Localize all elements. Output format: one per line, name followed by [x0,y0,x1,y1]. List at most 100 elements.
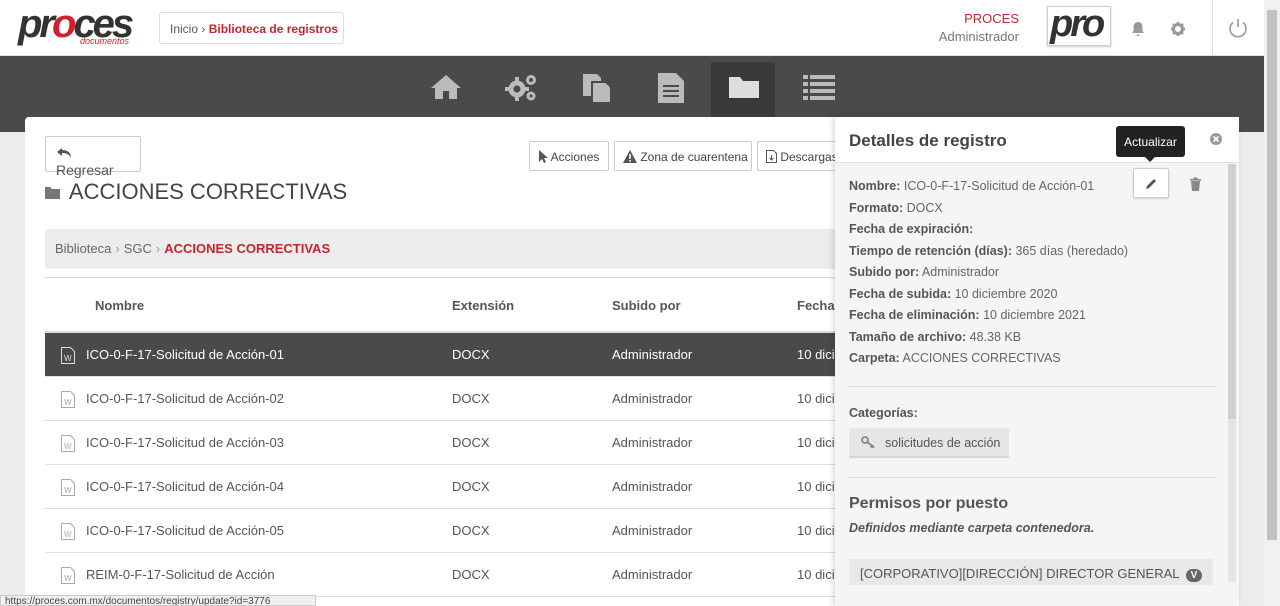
bell-icon[interactable] [1128,19,1148,39]
column-header-uploaded-by[interactable]: Subido por [612,298,681,313]
categories-label: Categorías: [849,406,918,420]
svg-text:W: W [64,442,72,451]
detail-value: ACCIONES CORRECTIVAS [899,351,1061,365]
table-row[interactable]: W ICO-0-F-17-Solicitud de Acción-03 DOCX Ad… [45,421,865,465]
breadcrumb-home-link[interactable]: Inicio [170,22,198,36]
folder-title: ACCIONES CORRECTIVAS [45,179,347,205]
table-row[interactable]: W ICO-0-F-17-Solicitud de Acción-01 DOCX Ad… [45,333,865,377]
column-header-date[interactable]: Fecha [797,298,835,313]
detail-value: 365 días (heredado) [1012,243,1129,258]
update-tooltip: Actualizar [1116,126,1185,162]
quarantine-button[interactable]: Zona de cuarentena [614,141,752,171]
permission-item-label: [CORPORATIVO][DIRECCIÓN] DIRECTOR GENERA… [860,566,1180,581]
row-uploaded-by: Administrador [612,391,693,406]
table-row[interactable]: W REIM-0-F-17-Solicitud de Acción DOCX Admi… [45,553,865,597]
column-header-extension[interactable]: Extensión [452,298,514,313]
row-uploaded-by: Administrador [612,523,693,538]
svg-text:W: W [64,486,72,495]
nav-copy-docs-icon[interactable] [564,62,628,118]
word-file-icon: W [61,523,75,540]
key-icon [861,436,875,448]
back-button[interactable]: Regresar [45,136,141,178]
panel-title: Detalles de registro [849,131,1007,150]
nav-folder-icon[interactable] [711,62,775,124]
row-name[interactable]: ICO-0-F-17-Solicitud de Acción-03 [86,435,284,450]
detail-value: 10 diciembre 2020 [951,286,1058,301]
user-name: Administrador [938,29,1019,44]
close-icon[interactable] [1209,132,1223,146]
breadcrumb-current: Biblioteca de registros [208,22,339,36]
logo-subtitle: documentos [80,36,130,46]
row-uploaded-by: Administrador [612,435,693,450]
row-extension: DOCX [452,567,490,582]
page-scrollbar[interactable] [1264,0,1280,606]
folder-title-text: ACCIONES CORRECTIVAS [68,179,348,204]
top-header: proces documentos Inicio › Biblioteca de… [0,0,1264,56]
row-uploaded-by: Administrador [612,567,693,582]
details-panel: Detalles de registro Actualizar Nombre: … [835,117,1239,606]
row-extension: DOCX [452,391,490,406]
proces-logo[interactable]: proces documentos [18,2,138,48]
category-chip[interactable]: solicitudes de acción [849,428,1009,458]
panel-scrollbar-thumb[interactable] [1228,164,1236,419]
warning-icon [623,150,637,163]
browser-status-url: https://proces.com.mx/documentos/registr… [0,595,316,606]
table-row[interactable]: W ICO-0-F-17-Solicitud de Acción-02 DOCX Ad… [45,377,865,421]
word-file-icon: W [61,391,75,408]
detail-value: 10 diciembre 2021 [979,308,1086,322]
nav-document-icon[interactable] [639,62,703,118]
actions-button[interactable]: Acciones [529,141,609,171]
downloads-button[interactable]: Descargas [757,141,847,171]
quarantine-label: Zona de cuarentena [640,150,748,164]
breadcrumb-middle-link[interactable]: SGC [124,241,152,256]
detail-label: Tamaño de archivo: [849,329,967,344]
detail-row: Carpeta: ACCIONES CORRECTIVAS [849,351,1061,365]
table-row[interactable]: W ICO-0-F-17-Solicitud de Acción-04 DOCX Ad… [45,465,865,509]
power-icon[interactable] [1226,16,1250,40]
row-date: 10 dici [797,391,835,406]
pencil-icon [1146,179,1156,189]
row-uploaded-by: Administrador [612,479,693,494]
detail-value: Administrador [919,265,1000,279]
row-name[interactable]: ICO-0-F-17-Solicitud de Acción-02 [86,391,284,406]
detail-row: Fecha de subida: 10 diciembre 2020 [849,287,1057,301]
permissions-title: Permisos por puesto [849,495,1009,512]
download-file-icon [766,150,777,163]
edit-button[interactable] [1133,168,1169,198]
table-row[interactable]: W ICO-0-F-17-Solicitud de Acción-05 DOCX Ad… [45,509,865,553]
row-extension: DOCX [452,523,490,538]
detail-label: Tiempo de retención (días): [849,243,1012,258]
detail-label: Fecha de subida: [849,286,952,301]
row-date: 10 dici [797,479,835,494]
trash-icon[interactable] [1189,177,1202,191]
detail-row: Subido por: Administrador [849,265,999,279]
table-header: Nombre Extensión Subido por Fecha [45,277,865,333]
row-name[interactable]: ICO-0-F-17-Solicitud de Acción-01 [86,347,284,362]
page-scrollbar-thumb[interactable] [1267,10,1277,540]
svg-text:W: W [64,530,72,539]
svg-text:W: W [64,354,72,363]
downloads-label: Descargas [780,150,838,164]
detail-row: Formato: DOCX [849,201,943,215]
column-header-name[interactable]: Nombre [95,298,144,313]
nav-gears-icon[interactable] [488,62,552,118]
panel-scrollbar[interactable] [1228,164,1236,582]
nav-home-icon[interactable] [413,62,477,118]
company-logo[interactable]: pro [1047,6,1111,46]
word-file-icon: W [61,479,75,496]
detail-value: ICO-0-F-17-Solicitud de Acción-01 [900,179,1095,193]
row-date: 10 dici [797,347,835,362]
back-button-label: Regresar [56,162,114,178]
row-name[interactable]: ICO-0-F-17-Solicitud de Acción-05 [86,523,284,538]
detail-label: Fecha de eliminación: [849,308,980,322]
row-name[interactable]: ICO-0-F-17-Solicitud de Acción-04 [86,479,284,494]
nav-list-icon[interactable] [786,62,850,118]
svg-text:W: W [64,574,72,583]
svg-text:W: W [64,398,72,407]
breadcrumb-root-link[interactable]: Biblioteca [55,241,111,256]
detail-row: Tiempo de retención (días): 365 días (he… [849,244,1128,258]
row-date: 10 dici [797,567,835,582]
gear-icon[interactable] [1168,19,1188,39]
detail-row: Nombre: ICO-0-F-17-Solicitud de Acción-0… [849,179,1094,193]
row-name[interactable]: REIM-0-F-17-Solicitud de Acción [86,567,275,582]
